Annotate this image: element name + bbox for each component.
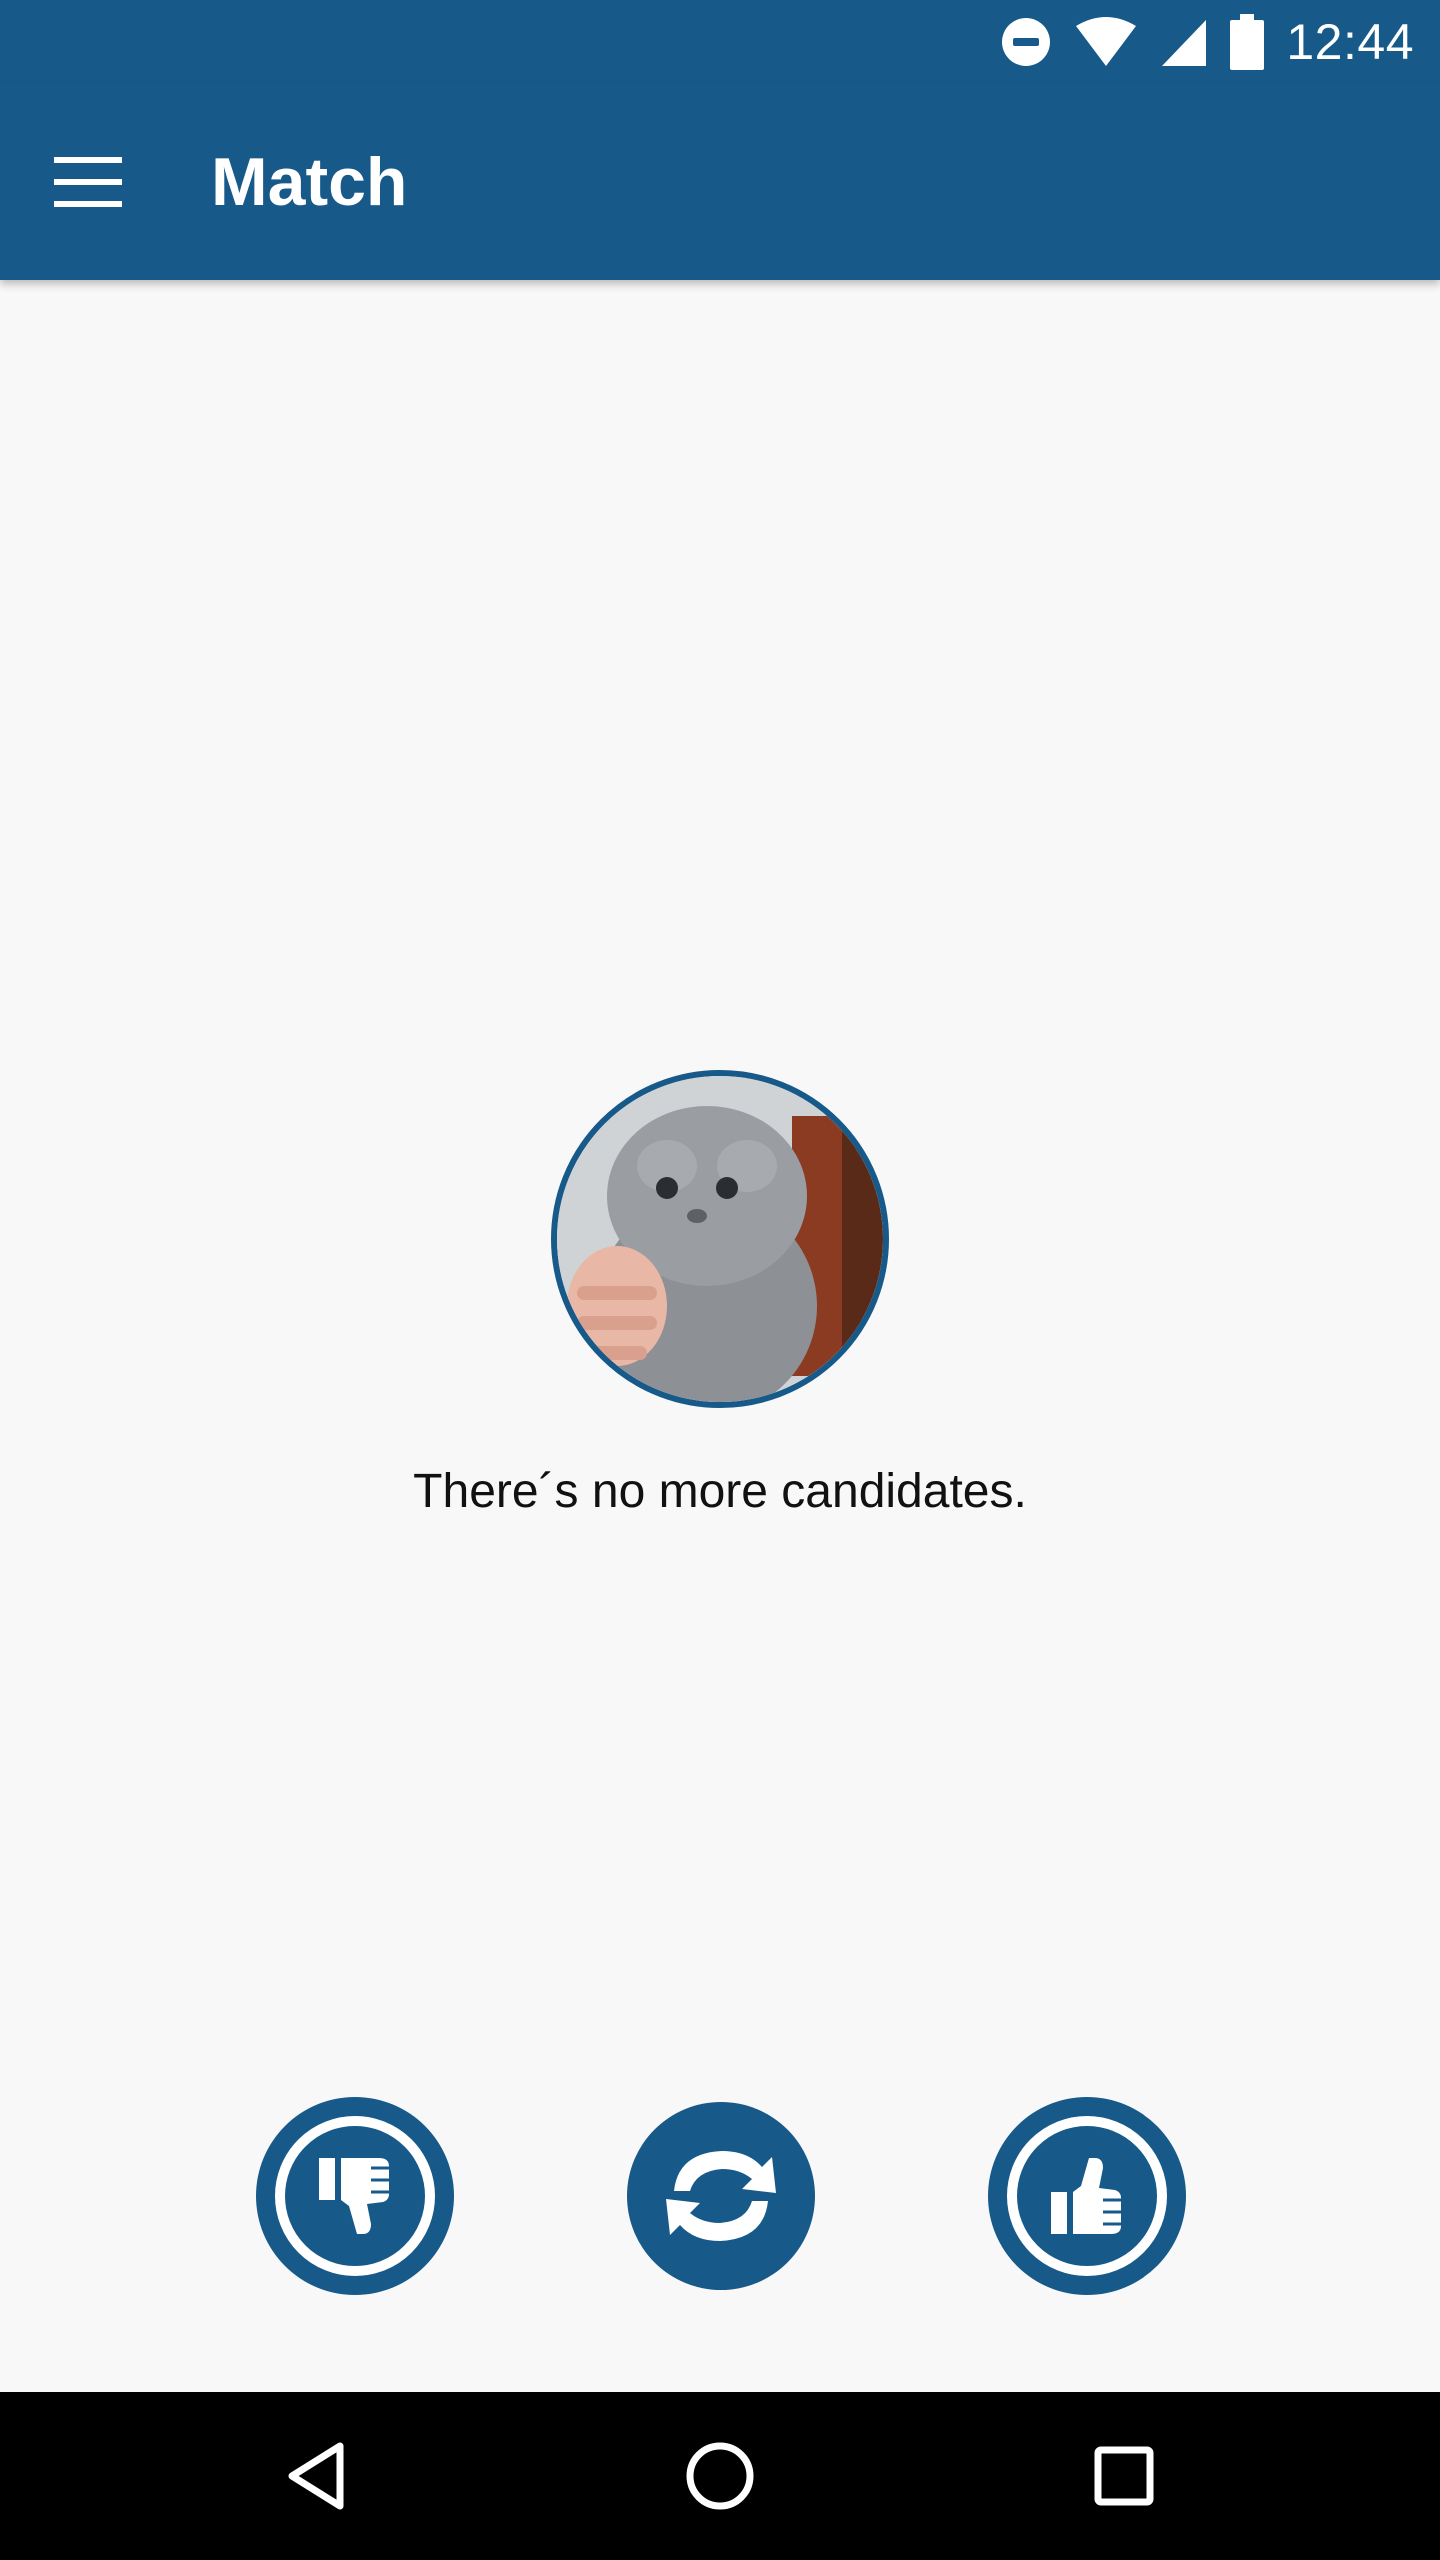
back-triangle-icon: [288, 2442, 344, 2510]
dislike-button-ring: [275, 2116, 435, 2276]
nav-recents-button[interactable]: [1060, 2412, 1188, 2540]
thumbs-down-icon: [319, 2158, 391, 2234]
home-circle-icon: [686, 2442, 754, 2510]
thumbs-up-icon: [1051, 2158, 1123, 2234]
recents-square-icon: [1094, 2446, 1154, 2506]
page-title: Match: [211, 144, 408, 220]
hamburger-menu-icon: [54, 157, 122, 207]
wifi-icon: [1074, 16, 1138, 68]
refresh-button[interactable]: [627, 2102, 815, 2290]
like-button[interactable]: [988, 2097, 1186, 2295]
menu-button[interactable]: [40, 134, 136, 230]
nav-home-button[interactable]: [656, 2412, 784, 2540]
dislike-button[interactable]: [256, 2097, 454, 2295]
cell-signal-icon: [1160, 16, 1208, 68]
avatar: [551, 1070, 889, 1408]
empty-state-message: There´s no more candidates.: [413, 1465, 1027, 1518]
nav-back-button[interactable]: [252, 2412, 380, 2540]
battery-icon: [1230, 14, 1265, 70]
like-button-ring: [1007, 2116, 1167, 2276]
status-bar: 12:44: [0, 0, 1440, 84]
status-icons: 12:44: [1000, 0, 1414, 84]
navigation-bar: [0, 2392, 1440, 2560]
kitten-photo: [557, 1076, 883, 1402]
app-bar: Match: [0, 84, 1440, 280]
status-clock: 12:44: [1286, 14, 1414, 70]
do-not-disturb-icon: [1000, 16, 1052, 68]
refresh-icon: [666, 2151, 776, 2241]
